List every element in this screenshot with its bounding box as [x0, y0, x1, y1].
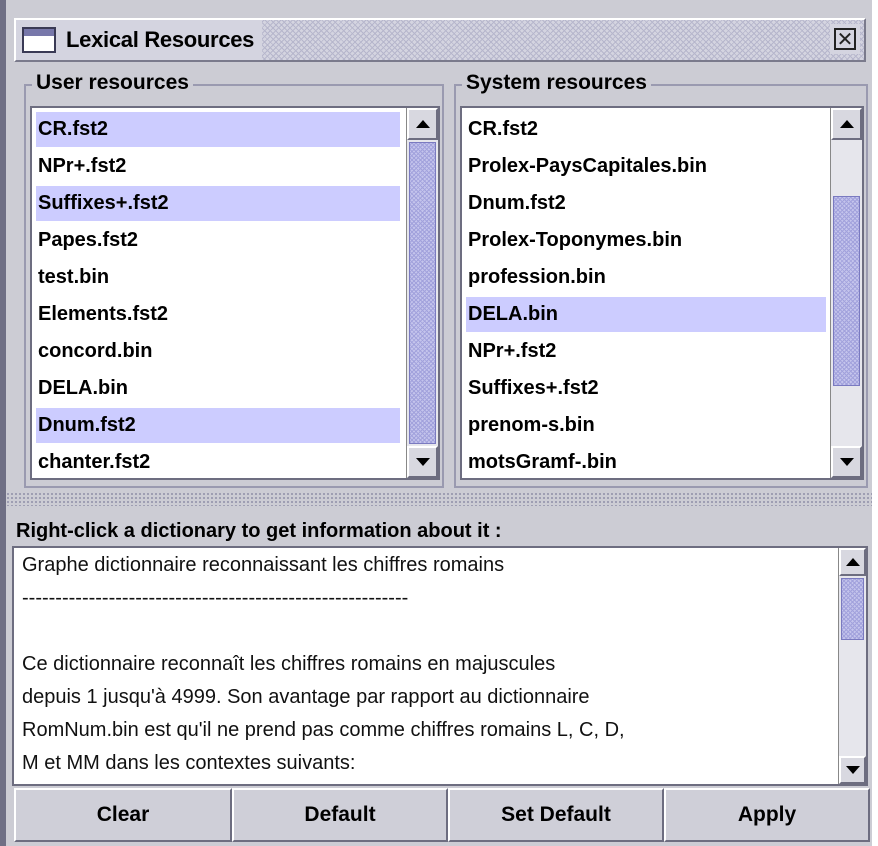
system-resource-list-item[interactable]: prenom-s.bin: [466, 408, 826, 443]
user-resource-list-item[interactable]: Dnum.fst2: [36, 408, 400, 443]
close-button[interactable]: ✕: [830, 24, 860, 54]
info-text-line: depuis 1 jusqu'à 4999. Son avantage par …: [22, 686, 590, 708]
window-icon: [22, 27, 56, 53]
user-scroll-up-button[interactable]: [407, 108, 438, 140]
system-list-scrollbar[interactable]: [830, 108, 862, 478]
arrow-up-icon: [415, 120, 430, 128]
user-resource-list-item[interactable]: Elements.fst2: [36, 297, 400, 332]
info-scroll-up-button[interactable]: [839, 548, 866, 576]
info-text-line: Ce dictionnaire reconnaît les chiffres r…: [22, 653, 556, 675]
info-scroll-thumb[interactable]: [841, 578, 864, 640]
system-resource-list-item[interactable]: Prolex-Toponymes.bin: [466, 223, 826, 258]
system-resources-list[interactable]: CR.fst2 Prolex-PaysCapitales.bin Dnum.fst2…: [460, 106, 864, 480]
system-resource-list-item[interactable]: DELA.bin: [466, 297, 826, 332]
system-resource-list-item[interactable]: NPr+.fst2: [466, 334, 826, 369]
user-resources-label: User resources: [32, 70, 193, 96]
system-resource-list-item[interactable]: CR.fst2: [466, 112, 826, 147]
default-button[interactable]: Default: [232, 788, 448, 842]
system-resources-label: System resources: [462, 70, 651, 96]
user-resource-list-item[interactable]: Papes.fst2: [36, 223, 400, 258]
user-scroll-thumb[interactable]: [409, 142, 436, 444]
system-scroll-thumb[interactable]: [833, 196, 860, 386]
arrow-up-icon: [839, 120, 854, 128]
system-resource-list-item[interactable]: profession.bin: [466, 260, 826, 295]
user-list-scrollbar[interactable]: [406, 108, 438, 478]
user-resource-list-item[interactable]: DELA.bin: [36, 371, 400, 406]
info-text-line: RomNum.bin est qu'il ne prend pas comme …: [22, 719, 625, 741]
dictionary-info-textarea[interactable]: Graphe dictionnaire reconnaissant les ch…: [12, 546, 868, 786]
info-text-line: ----------------------------------------…: [22, 587, 409, 609]
arrow-up-icon: [845, 558, 860, 566]
split-pane-divider[interactable]: [6, 492, 872, 506]
info-scrollbar[interactable]: [838, 548, 866, 784]
arrow-down-icon: [415, 458, 430, 466]
window-title: Lexical Resources: [66, 27, 255, 52]
user-resource-list-item[interactable]: Suffixes+.fst2: [36, 186, 400, 221]
system-scroll-up-button[interactable]: [831, 108, 862, 140]
info-text-line: M et MM dans les contextes suivants:: [22, 752, 356, 774]
system-scroll-down-button[interactable]: [831, 446, 862, 478]
close-icon: ✕: [834, 28, 856, 50]
title-bar[interactable]: Lexical Resources ✕: [14, 18, 866, 62]
system-resource-list-item[interactable]: Suffixes+.fst2: [466, 371, 826, 406]
user-resource-list-item[interactable]: concord.bin: [36, 334, 400, 369]
user-resources-list[interactable]: CR.fst2 NPr+.fst2 Suffixes+.fst2 Papes.fst2…: [30, 106, 440, 480]
system-resource-list-item[interactable]: Dnum.fst2: [466, 186, 826, 221]
info-scroll-down-button[interactable]: [839, 756, 866, 784]
arrow-down-icon: [839, 458, 854, 466]
arrow-down-icon: [845, 766, 860, 774]
user-scroll-down-button[interactable]: [407, 446, 438, 478]
user-resource-list-item[interactable]: NPr+.fst2: [36, 149, 400, 184]
clear-button[interactable]: Clear: [14, 788, 232, 842]
user-resource-list-item[interactable]: test.bin: [36, 260, 400, 295]
title-area: Lexical Resources: [16, 20, 263, 60]
system-resource-list-item[interactable]: motsGramf-.bin: [466, 445, 826, 478]
info-label: Right-click a dictionary to get informat…: [16, 520, 502, 542]
system-resource-list-item[interactable]: Prolex-PaysCapitales.bin: [466, 149, 826, 184]
apply-button[interactable]: Apply: [664, 788, 870, 842]
info-text-line: Graphe dictionnaire reconnaissant les ch…: [22, 554, 505, 576]
user-resource-list-item[interactable]: CR.fst2: [36, 112, 400, 147]
user-resource-list-item[interactable]: chanter.fst2: [36, 445, 400, 478]
set-default-button[interactable]: Set Default: [448, 788, 664, 842]
